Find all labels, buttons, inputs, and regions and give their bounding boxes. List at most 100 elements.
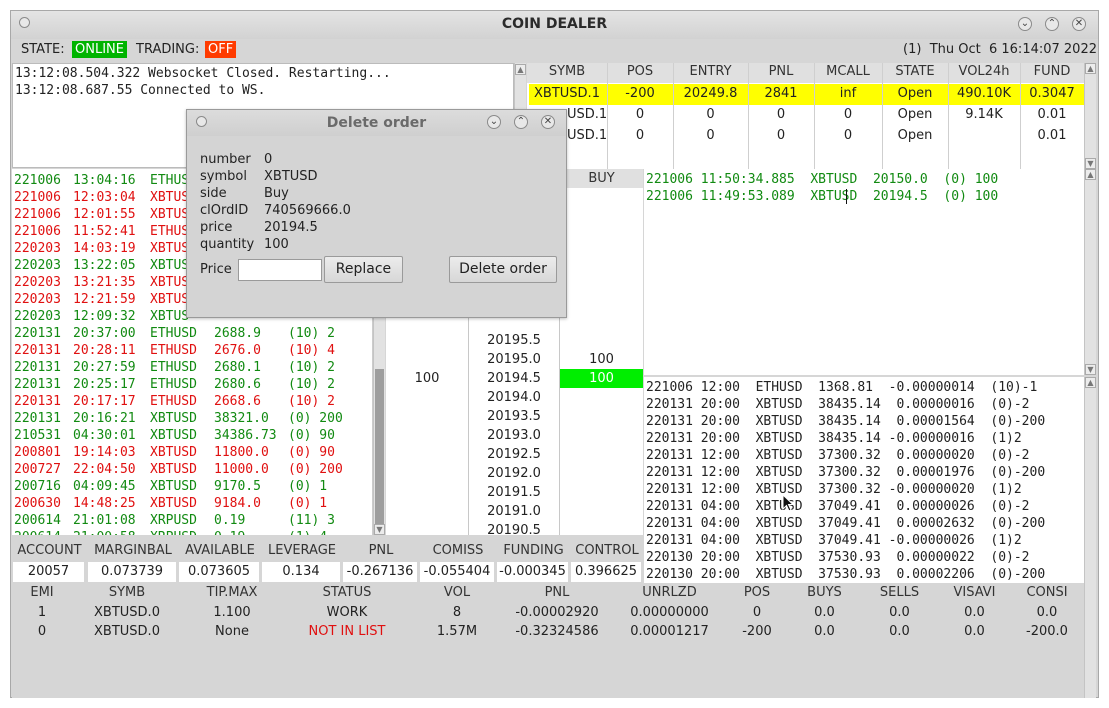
bots-cell: 8	[452, 605, 462, 620]
maximize-icon[interactable]: ⌃	[1045, 17, 1059, 31]
bots-cell: 0.0	[889, 605, 910, 620]
title-bar: COIN DEALER ⌄ ⌃ ✕	[11, 11, 1098, 39]
book-price[interactable]: 20191.0	[470, 502, 558, 521]
trade-qty: (10) 2	[288, 360, 335, 375]
book-price[interactable]: 20191.5	[470, 483, 558, 502]
book-price[interactable]: 20190.5	[470, 521, 558, 540]
positions-cell: 0	[843, 128, 853, 143]
book-price[interactable]: 20194.0	[470, 388, 558, 407]
positions-scrollbar[interactable]: ▲ ▼	[1084, 63, 1096, 169]
trade-sym: XRPUSD	[150, 529, 197, 535]
positions-cell: 0.01	[1037, 128, 1067, 143]
trade-row[interactable]: 220131 20:28:11 ETHUSD 2676.0 (10) 4	[14, 342, 369, 359]
trades-scroll-thumb[interactable]	[375, 369, 384, 529]
book-price[interactable]: 20195.0	[470, 350, 558, 369]
positions-header-cell: POS	[626, 64, 654, 79]
orders-scrollbar[interactable]: ▲ ▼	[1084, 169, 1096, 375]
trade-date: 200614	[14, 529, 61, 535]
bots-cell: 1.57M	[436, 624, 478, 639]
positions-header-cell: PNL	[768, 64, 794, 79]
bots-header: VISAVI	[953, 585, 996, 600]
funding-row: 220131 04:00 XBTUSD 37049.41 -0.00000026…	[646, 533, 1022, 548]
bots-cell: 0.0	[964, 605, 985, 620]
account-value: -0.267136	[343, 562, 417, 582]
minimize-icon[interactable]: ⌄	[1018, 17, 1032, 31]
trade-time: 14:03:19	[73, 241, 136, 256]
positions-cell: 0	[635, 107, 645, 122]
scroll-up-icon[interactable]: ▲	[1085, 63, 1096, 74]
order-row[interactable]: 221006 11:49:53.089 XBTUSD 20194.5 (0) 1…	[646, 188, 998, 205]
trade-row[interactable]: 220131 20:17:17 ETHUSD 2668.6 (10) 2	[14, 393, 369, 410]
trade-row[interactable]: 200727 22:04:50 XBTUSD 11000.0 (0) 200	[14, 461, 369, 478]
bots-header: BUYS	[807, 585, 842, 600]
dialog-minimize-icon[interactable]: ⌄	[487, 115, 501, 129]
bots-cell: -200	[742, 624, 772, 639]
trade-row[interactable]: 200614 21:01:08 XRPUSD 0.19 (11) 3	[14, 512, 369, 529]
scroll-down-icon[interactable]: ▼	[1085, 364, 1096, 375]
scroll-down-icon[interactable]: ▼	[1085, 158, 1096, 169]
dialog-title: Delete order	[326, 115, 427, 131]
trade-row[interactable]: 200630 14:48:25 XBTUSD 9184.0 (0) 1	[14, 495, 369, 512]
account-header: FUNDING	[503, 543, 564, 558]
scroll-up-icon[interactable]: ▲	[1085, 377, 1096, 388]
trade-row[interactable]: 220131 20:16:21 XBTUSD 38321.0 (0) 200	[14, 410, 369, 427]
trade-row[interactable]: 220131 20:25:17 ETHUSD 2680.6 (10) 2	[14, 376, 369, 393]
dialog-field-key: quantity	[200, 237, 255, 252]
trade-sym: ETHUSD	[150, 377, 197, 392]
replace-button[interactable]: Replace	[324, 256, 403, 283]
positions-cell: -200	[625, 86, 655, 101]
scroll-up-icon[interactable]: ▲	[515, 64, 526, 75]
delete-order-button[interactable]: Delete order	[449, 256, 557, 283]
dialog-maximize-icon[interactable]: ⌃	[514, 115, 528, 129]
trade-time: 20:25:17	[73, 377, 136, 392]
trade-date: 221006	[14, 207, 61, 222]
order-row[interactable]: 221006 11:50:34.885 XBTUSD 20150.0 (0) 1…	[646, 171, 998, 188]
funding-scrollbar[interactable]: ▲	[1084, 377, 1096, 583]
trade-date: 220131	[14, 360, 61, 375]
scroll-up-icon[interactable]: ▲	[1085, 169, 1096, 180]
trade-row[interactable]: 200716 04:09:45 XBTUSD 9170.5 (0) 1	[14, 478, 369, 495]
positions-cell: 0.3047	[1029, 86, 1075, 101]
dialog-field-key: clOrdID	[200, 203, 249, 218]
trade-qty: (11) 3	[288, 513, 335, 528]
trade-row[interactable]: 220131 20:27:59 ETHUSD 2680.1 (10) 2	[14, 359, 369, 376]
trade-row[interactable]: 200614 21:00:58 XRPUSD 0.19 (1) 4	[14, 529, 369, 535]
dialog-field-value: Buy	[264, 186, 289, 201]
trade-date: 220131	[14, 411, 61, 426]
book-price[interactable]: 20194.5	[470, 369, 558, 388]
trading-label: TRADING:	[136, 42, 200, 57]
positions-cell: XBTUSD.1	[534, 86, 600, 101]
dialog-field-key: side	[200, 186, 227, 201]
trade-sym: XBTUS	[150, 258, 190, 273]
price-input[interactable]	[238, 259, 322, 281]
trade-price: 2680.1	[214, 360, 261, 375]
trade-time: 13:22:05	[73, 258, 136, 273]
book-buy-order[interactable]: 100	[560, 369, 643, 388]
close-icon[interactable]: ✕	[1072, 17, 1086, 31]
book-price[interactable]: 20193.5	[470, 407, 558, 426]
account-value: 0.396625	[571, 562, 641, 582]
trade-date: 200630	[14, 496, 61, 511]
trade-row[interactable]: 220131 20:37:00 ETHUSD 2688.9 (10) 2	[14, 325, 369, 342]
trade-row[interactable]: 210531 04:30:01 XBTUSD 34386.73 (0) 90	[14, 427, 369, 444]
book-price[interactable]: 20195.5	[470, 331, 558, 350]
trade-row[interactable]: 200801 19:14:03 XBTUSD 11800.0 (0) 90	[14, 444, 369, 461]
book-price[interactable]: 20193.0	[470, 426, 558, 445]
trade-time: 20:27:59	[73, 360, 136, 375]
scroll-down-icon[interactable]: ▼	[374, 524, 385, 535]
trade-qty: (0) 90	[288, 445, 335, 460]
dialog-field-value: XBTUSD	[264, 169, 318, 184]
bots-scrollbar[interactable]	[1084, 583, 1096, 698]
text-cursor	[846, 189, 847, 204]
trade-date: 200727	[14, 462, 61, 477]
trade-price: 2676.0	[214, 343, 261, 358]
bots-cell: 0	[752, 605, 762, 620]
dialog-close-icon[interactable]: ✕	[541, 115, 555, 129]
book-price[interactable]: 20192.0	[470, 464, 558, 483]
trade-qty: (10) 2	[288, 394, 335, 409]
trade-qty: (10) 4	[288, 343, 335, 358]
trade-date: 220131	[14, 377, 61, 392]
book-price[interactable]: 20192.5	[470, 445, 558, 464]
trade-time: 13:21:35	[73, 275, 136, 290]
trade-price: 0.19	[214, 529, 245, 535]
